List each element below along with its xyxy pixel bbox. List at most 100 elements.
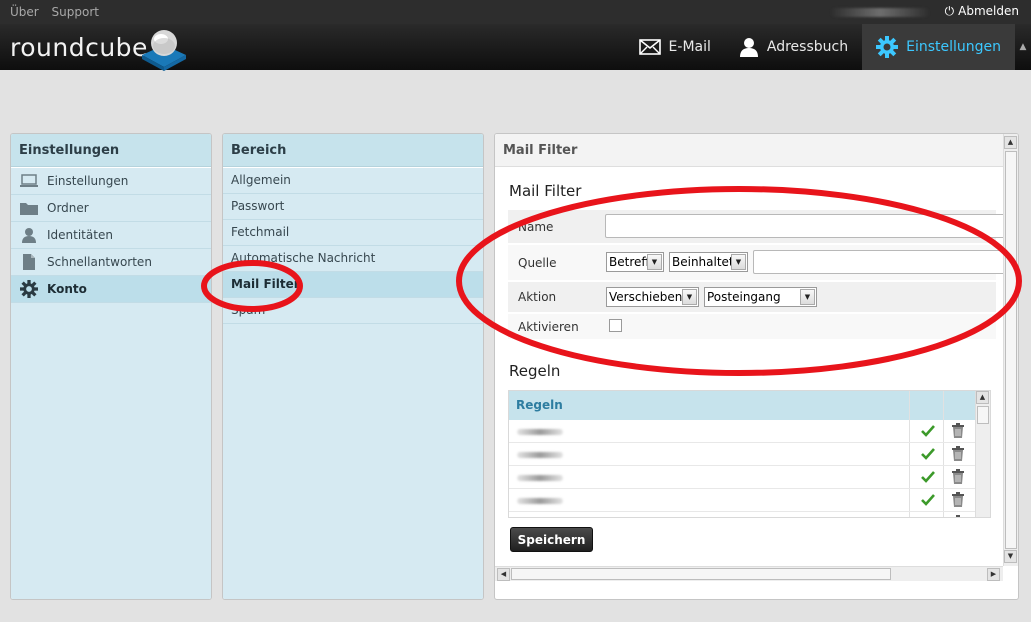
- check-icon[interactable]: [921, 493, 935, 506]
- settings-item-preferences[interactable]: Einstellungen: [11, 168, 211, 195]
- settings-item-label: Konto: [47, 281, 87, 296]
- table-row[interactable]: [509, 443, 990, 466]
- settings-item-identities[interactable]: Identitäten: [11, 222, 211, 249]
- scroll-thumb[interactable]: [1005, 151, 1017, 549]
- table-row[interactable]: [509, 466, 990, 489]
- support-link[interactable]: Support: [52, 5, 99, 19]
- settings-item-label: Einstellungen: [47, 173, 129, 188]
- section-item-spam[interactable]: Spam: [223, 298, 483, 324]
- name-input[interactable]: [605, 214, 1005, 238]
- save-button[interactable]: Speichern: [510, 527, 593, 552]
- trash-icon[interactable]: [952, 469, 964, 484]
- table-row[interactable]: [509, 512, 990, 518]
- rules-delete-column: [943, 391, 977, 420]
- chevron-down-icon: ▼: [800, 289, 815, 305]
- settings-item-folders[interactable]: Ordner: [11, 195, 211, 222]
- source-row: Quelle Betreff ▼ Beinhaltet ▼: [508, 245, 1005, 281]
- rules-table: Regeln ▲: [508, 390, 991, 518]
- settings-item-account[interactable]: Konto: [11, 276, 211, 303]
- section-item-general[interactable]: Allgemein: [223, 168, 483, 194]
- document-icon: [19, 254, 39, 270]
- section-item-autoreply[interactable]: Automatische Nachricht: [223, 246, 483, 272]
- roundcube-logo-icon: [142, 30, 186, 71]
- settings-item-label: Ordner: [47, 200, 89, 215]
- source-operator-value: Beinhaltet: [672, 255, 734, 269]
- sections-panel-body: Allgemein Passwort Fetchmail Automatisch…: [223, 168, 483, 599]
- laptop-icon: [19, 174, 39, 188]
- nav-email[interactable]: E-Mail: [625, 24, 725, 70]
- action-type-select[interactable]: Verschieben ▼: [606, 287, 699, 307]
- scroll-thumb[interactable]: [977, 406, 989, 424]
- scroll-right-icon[interactable]: ▶: [987, 568, 1000, 581]
- rules-column-header: Regeln: [516, 398, 563, 412]
- trash-icon[interactable]: [952, 515, 964, 518]
- content-panel: Mail Filter Mail Filter Name Quelle Betr…: [494, 133, 1019, 600]
- source-field-select[interactable]: Betreff ▼: [606, 252, 664, 272]
- scroll-up-icon[interactable]: ▲: [1004, 136, 1017, 149]
- source-value-input[interactable]: [753, 250, 1005, 274]
- enable-label: Aktivieren: [518, 320, 579, 334]
- nav-settings[interactable]: Einstellungen: [862, 24, 1015, 70]
- person-icon: [739, 37, 759, 57]
- action-label: Aktion: [518, 290, 557, 304]
- header: roundcube E-Mail Adressbuch Einstellunge…: [0, 24, 1031, 71]
- rules-title: Regeln: [509, 362, 561, 380]
- enable-checkbox[interactable]: [609, 319, 622, 332]
- check-icon[interactable]: [921, 516, 935, 518]
- settings-item-responses[interactable]: Schnellantworten: [11, 249, 211, 276]
- table-row[interactable]: [509, 489, 990, 512]
- source-field-value: Betreff: [609, 255, 650, 269]
- action-target-value: Posteingang: [707, 290, 781, 304]
- check-icon[interactable]: [921, 424, 935, 437]
- about-link[interactable]: Über: [10, 5, 39, 19]
- rules-table-header: Regeln: [509, 391, 990, 420]
- check-icon[interactable]: [921, 470, 935, 483]
- action-row: Aktion Verschieben ▼ Posteingang ▼: [508, 282, 996, 313]
- settings-panel: Einstellungen Einstellungen Ordner Ident…: [10, 133, 212, 600]
- name-row: Name: [508, 210, 1005, 244]
- source-operator-select[interactable]: Beinhaltet ▼: [669, 252, 748, 272]
- content-header-title: Mail Filter: [495, 134, 1018, 167]
- folder-icon: [19, 201, 39, 215]
- logout-label: Abmelden: [958, 4, 1019, 18]
- settings-item-label: Schnellantworten: [47, 254, 152, 269]
- check-icon[interactable]: [921, 447, 935, 460]
- trash-icon[interactable]: [952, 446, 964, 461]
- content-horizontal-scrollbar[interactable]: ◀ ▶: [495, 566, 1003, 581]
- nav-arrow-icon[interactable]: ▲: [1015, 24, 1031, 70]
- rule-name-blurred: [517, 475, 563, 481]
- nav-addressbook-label: Adressbuch: [766, 39, 849, 55]
- rules-enabled-column: [909, 391, 943, 420]
- envelope-icon: [638, 39, 661, 55]
- settings-panel-body: Einstellungen Ordner Identitäten Schnell…: [11, 168, 211, 599]
- source-label: Quelle: [518, 256, 557, 270]
- section-item-fetchmail[interactable]: Fetchmail: [223, 220, 483, 246]
- nav-addressbook[interactable]: Adressbuch: [725, 24, 862, 70]
- table-row[interactable]: [509, 420, 990, 443]
- action-type-value: Verschieben: [609, 290, 683, 304]
- settings-item-label: Identitäten: [47, 227, 113, 242]
- top-links: Über Support: [10, 5, 108, 19]
- power-icon: ⏻: [944, 4, 955, 18]
- scroll-left-icon[interactable]: ◀: [497, 568, 510, 581]
- scroll-thumb[interactable]: [511, 568, 891, 580]
- content-vertical-scrollbar[interactable]: ▲ ▼: [1003, 134, 1018, 566]
- sections-panel: Bereich Allgemein Passwort Fetchmail Aut…: [222, 133, 484, 600]
- rules-scrollbar[interactable]: ▲: [975, 391, 990, 517]
- logo-text: roundcube: [10, 33, 148, 62]
- enable-row: Aktivieren: [508, 314, 996, 340]
- gear-icon: [876, 36, 899, 58]
- section-item-password[interactable]: Passwort: [223, 194, 483, 220]
- logout-button[interactable]: ⏻ Abmelden: [945, 4, 1019, 19]
- chevron-down-icon: ▼: [647, 254, 662, 270]
- action-target-select[interactable]: Posteingang ▼: [704, 287, 817, 307]
- section-item-mailfilter[interactable]: Mail Filter: [223, 272, 483, 298]
- nav-settings-label: Einstellungen: [906, 39, 1001, 55]
- settings-panel-title: Einstellungen: [11, 134, 211, 167]
- trash-icon[interactable]: [952, 492, 964, 507]
- sections-panel-title: Bereich: [223, 134, 483, 167]
- identity-icon: [19, 227, 39, 243]
- trash-icon[interactable]: [952, 423, 964, 438]
- scroll-down-icon[interactable]: ▼: [1004, 550, 1017, 563]
- scroll-up-icon[interactable]: ▲: [976, 391, 989, 404]
